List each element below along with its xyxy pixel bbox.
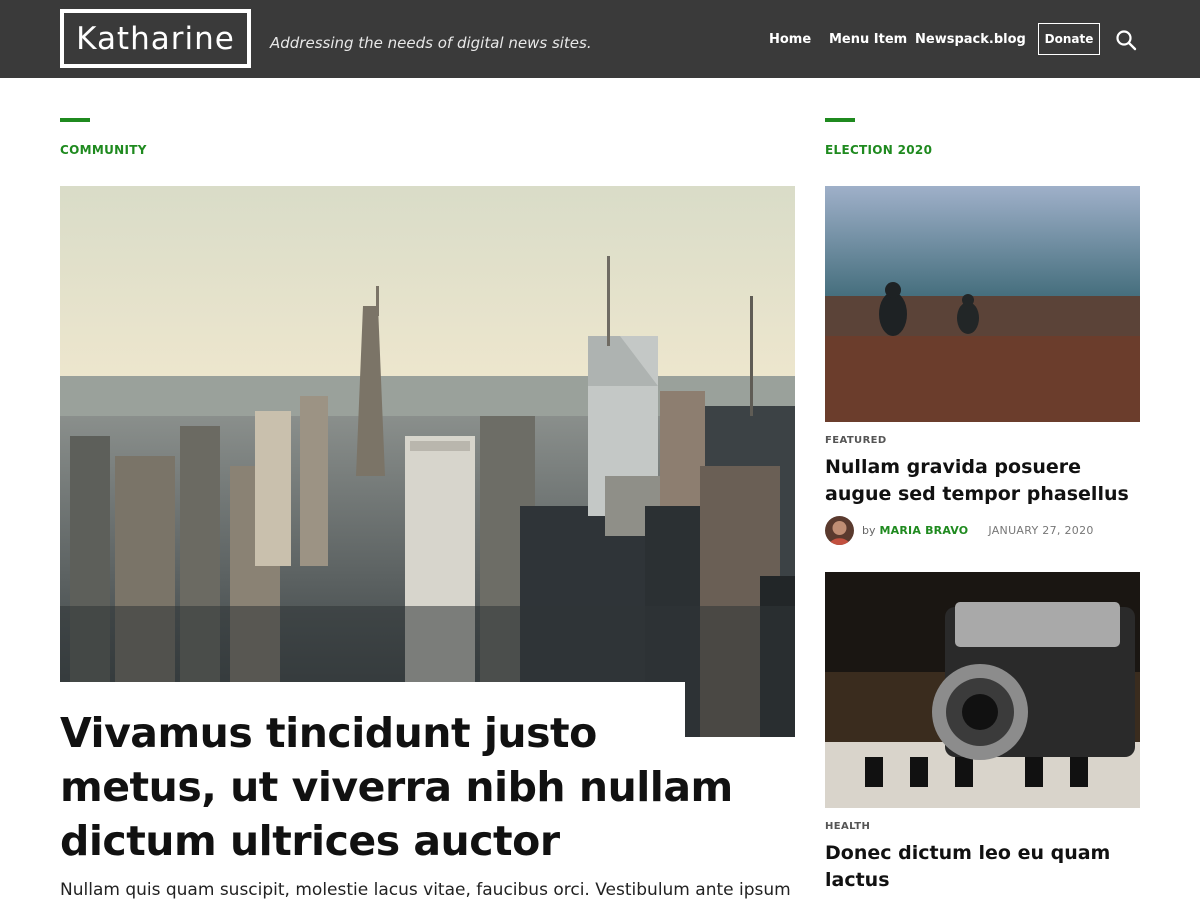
- card-image-camera[interactable]: [825, 572, 1140, 808]
- author-link[interactable]: MARIA BRAVO: [880, 524, 969, 537]
- camera-image: [825, 572, 1140, 808]
- author-avatar[interactable]: [825, 515, 854, 545]
- search-icon[interactable]: [1115, 29, 1137, 51]
- site-header: Katharine Addressing the needs of digita…: [0, 0, 1200, 78]
- nav-item-newspack-blog[interactable]: Newspack.blog: [915, 32, 1026, 47]
- card-category-featured[interactable]: FEATURED: [825, 435, 887, 446]
- donate-button[interactable]: Donate: [1038, 23, 1100, 55]
- site-logo[interactable]: Katharine: [60, 9, 251, 68]
- hero-excerpt: Nullam quis quam suscipit, molestie lacu…: [60, 880, 791, 900]
- section-label-community[interactable]: COMMUNITY: [60, 143, 147, 157]
- card-image-field[interactable]: [825, 186, 1140, 422]
- nav-item-home[interactable]: Home: [769, 32, 811, 47]
- card-category-health[interactable]: HEALTH: [825, 821, 870, 832]
- card-title-2[interactable]: Donec dictum leo eu quam lactus: [825, 840, 1145, 894]
- byline-by-label: by: [862, 523, 876, 537]
- section-accent-bar: [60, 118, 90, 122]
- card-title-1[interactable]: Nullam gravida posuere augue sed tempor …: [825, 454, 1145, 508]
- hero-headline[interactable]: Vivamus tincidunt justo metus, ut viverr…: [60, 706, 760, 868]
- hero-image[interactable]: [60, 186, 795, 737]
- publish-date: JANUARY 27, 2020: [988, 523, 1094, 537]
- city-skyline-image: [60, 186, 795, 737]
- site-tagline: Addressing the needs of digital news sit…: [270, 34, 592, 52]
- section-label-election-2020[interactable]: ELECTION 2020: [825, 143, 932, 157]
- site-logo-text: Katharine: [76, 20, 235, 57]
- misty-field-image: [825, 186, 1140, 422]
- card-byline: by MARIA BRAVO JANUARY 27, 2020: [825, 515, 1094, 545]
- sidebar-accent-bar: [825, 118, 855, 122]
- nav-item-menu-item[interactable]: Menu Item: [829, 32, 907, 47]
